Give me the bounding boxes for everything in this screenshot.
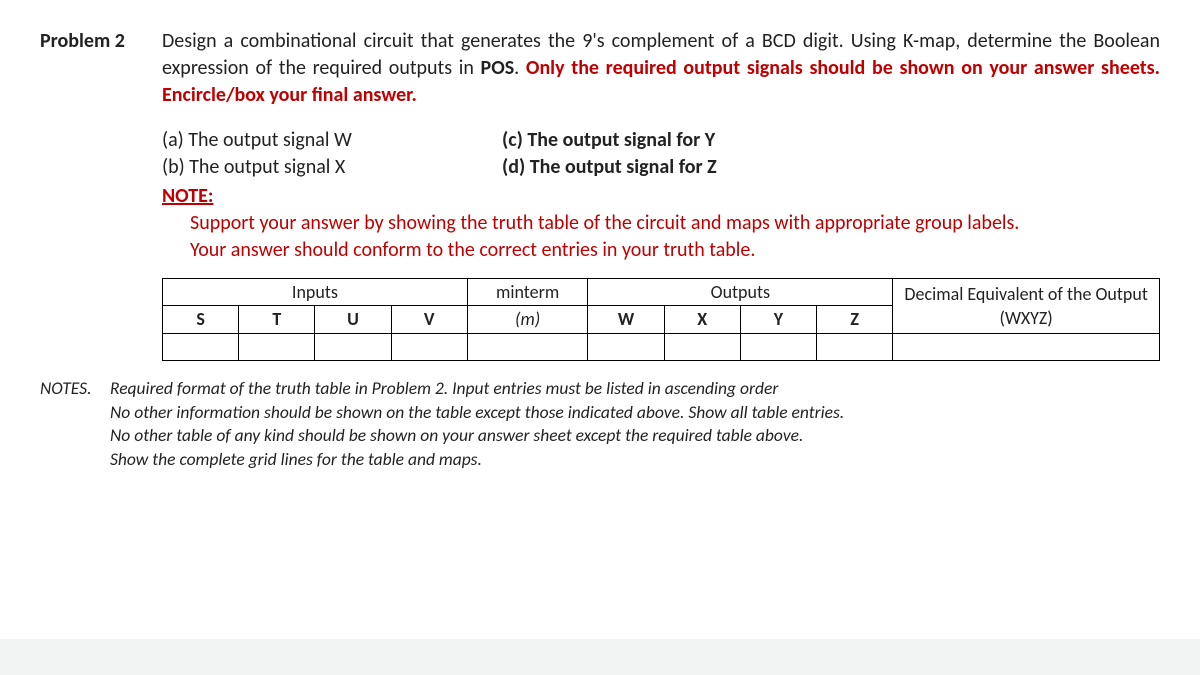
pos-text: POS (481, 56, 515, 80)
problem-description: Design a combinational circuit that gene… (162, 28, 1160, 109)
table-row (163, 333, 1160, 360)
problem-row: Problem 2 Design a combinational circuit… (40, 28, 1160, 361)
inputs-header: Inputs (163, 279, 468, 306)
notes-first-line: NOTES. Required format of the truth tabl… (40, 377, 1160, 401)
decimal-header: Decimal Equivalent of the Output (WXYZ) (893, 279, 1160, 334)
empty-cell (588, 333, 664, 360)
col-m: (m) (467, 306, 588, 333)
notes-l4: Show the complete grid lines for the tab… (110, 448, 1160, 472)
problem-body: Design a combinational circuit that gene… (162, 28, 1160, 361)
notes-l3: No other table of any kind should be sho… (110, 424, 1160, 448)
part-b: (b) The output signal X (162, 154, 502, 181)
empty-cell (239, 333, 315, 360)
empty-cell (893, 333, 1160, 360)
note-line2: Your answer should conform to the correc… (190, 237, 1160, 264)
col-Z: Z (817, 306, 893, 333)
notes-l1: Required format of the truth table in Pr… (110, 377, 778, 401)
subparts-col-right: (c) The output signal for Y (d) The outp… (502, 127, 1160, 181)
truth-table-header: Inputs minterm Outputs Decimal Equivalen… (162, 278, 1160, 361)
empty-cell (664, 333, 740, 360)
col-W: W (588, 306, 664, 333)
col-Y: Y (740, 306, 816, 333)
subparts: (a) The output signal W (b) The output s… (162, 127, 1160, 181)
col-V: V (391, 306, 467, 333)
empty-cell (740, 333, 816, 360)
note-body: Support your answer by showing the truth… (190, 210, 1160, 264)
note-line1: Support your answer by showing the truth… (190, 210, 1160, 237)
col-S: S (163, 306, 239, 333)
col-U: U (315, 306, 391, 333)
col-T: T (239, 306, 315, 333)
notes-l2: No other information should be shown on … (110, 401, 1160, 425)
notes-rest: No other information should be shown on … (110, 401, 1160, 472)
empty-cell (467, 333, 588, 360)
format-notes: NOTES. Required format of the truth tabl… (40, 377, 1160, 472)
minterm-header: minterm (467, 279, 588, 306)
col-X: X (664, 306, 740, 333)
outputs-header: Outputs (588, 279, 893, 306)
footer-strip (0, 639, 1200, 675)
empty-cell (315, 333, 391, 360)
part-c: (c) The output signal for Y (502, 127, 1160, 154)
part-d: (d) The output signal for Z (502, 154, 1160, 181)
notes-lead: NOTES. (40, 377, 110, 401)
empty-cell (817, 333, 893, 360)
empty-cell (163, 333, 239, 360)
part-a: (a) The output signal W (162, 127, 502, 154)
problem-label: Problem 2 (40, 28, 162, 361)
empty-cell (391, 333, 467, 360)
table-row: Inputs minterm Outputs Decimal Equivalen… (163, 279, 1160, 306)
period: . (514, 56, 526, 80)
note-heading: NOTE: (162, 183, 1160, 210)
subparts-col-left: (a) The output signal W (b) The output s… (162, 127, 502, 181)
